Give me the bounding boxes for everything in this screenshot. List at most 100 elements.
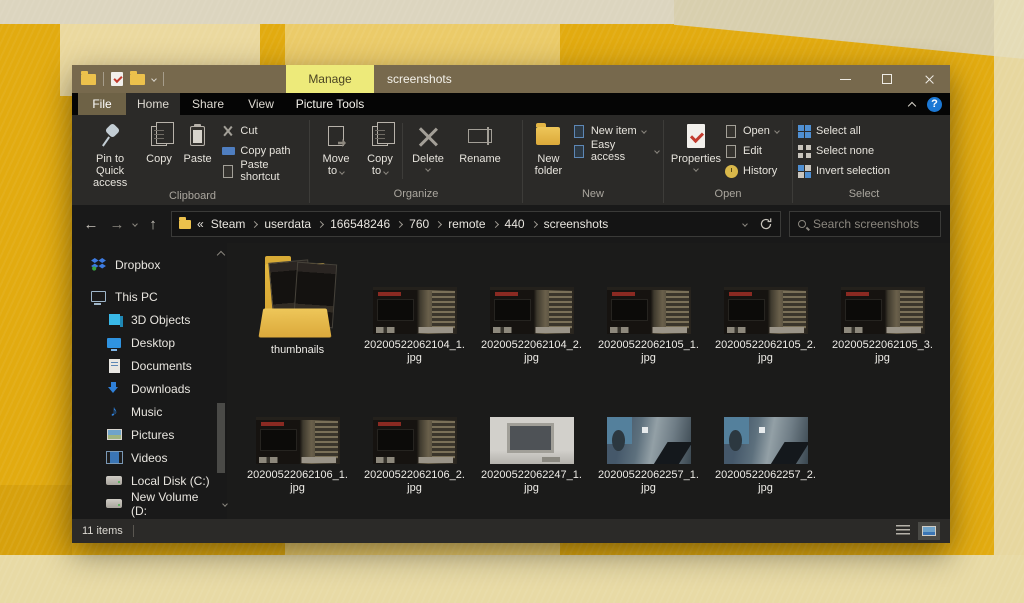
chevron-right-icon[interactable] — [435, 220, 442, 227]
tab-view[interactable]: View — [236, 93, 286, 115]
sidebar-item-3d-objects[interactable]: 3D Objects — [72, 308, 227, 331]
tab-picture-tools[interactable]: Picture Tools — [286, 93, 374, 115]
breadcrumb-overflow[interactable]: « — [197, 217, 204, 231]
breadcrumb-item[interactable]: userdata — [264, 217, 311, 231]
tab-home[interactable]: Home — [126, 93, 180, 115]
file-item[interactable]: 20200522062104_1.jpg — [356, 251, 473, 381]
new-folder-icon[interactable] — [130, 74, 145, 85]
address-dropdown-chevron-icon[interactable] — [742, 221, 748, 227]
file-explorer-window: Manage screenshots File Home Share View … — [72, 65, 950, 543]
tab-file[interactable]: File — [78, 93, 126, 115]
maximize-icon — [882, 74, 892, 84]
chevron-right-icon[interactable] — [317, 220, 324, 227]
copy-button[interactable]: Copy — [140, 121, 178, 166]
file-item[interactable]: 20200522062247_1.jpg — [473, 381, 590, 511]
maximize-button[interactable] — [866, 65, 908, 93]
file-name: 20200522062257_1.jpg — [598, 469, 700, 495]
sidebar-item-desktop[interactable]: Desktop — [72, 331, 227, 354]
select-none-button[interactable]: Select none — [797, 143, 890, 159]
scroll-up-icon[interactable] — [217, 251, 225, 259]
breadcrumb-item[interactable]: 166548246 — [330, 217, 390, 231]
new-item-button[interactable]: New item — [572, 123, 659, 139]
folder-icon[interactable] — [81, 74, 96, 85]
sidebar-item-videos[interactable]: Videos — [72, 446, 227, 469]
chevron-down-icon[interactable] — [151, 76, 157, 82]
file-item[interactable]: 20200522062257_2.jpg — [707, 381, 824, 511]
breadcrumb-item[interactable]: 440 — [505, 217, 525, 231]
file-item[interactable]: 20200522062105_3.jpg — [824, 251, 941, 381]
file-item[interactable]: 20200522062257_1.jpg — [590, 381, 707, 511]
close-button[interactable] — [908, 65, 950, 93]
pin-label: Pin to Quick access — [82, 153, 138, 189]
address-bar[interactable]: « Steam userdata 166548246 760 remote 44… — [171, 211, 781, 237]
navigation-buttons: ← → ↑ — [81, 216, 163, 233]
delete-button[interactable]: Delete — [403, 121, 453, 172]
breadcrumb-item[interactable]: remote — [448, 217, 485, 231]
open-button[interactable]: Open — [724, 123, 779, 139]
large-icons-view-button[interactable] — [918, 522, 940, 540]
manage-contextual-tab[interactable]: Manage — [286, 65, 374, 93]
search-input[interactable]: Search screenshots — [789, 211, 941, 237]
sidebar-item-label: New Volume (D: — [131, 490, 212, 518]
file-item[interactable]: 20200522062104_2.jpg — [473, 251, 590, 381]
paste-shortcut-button[interactable]: Paste shortcut — [221, 163, 305, 179]
refresh-icon[interactable] — [759, 217, 773, 231]
sidebar-item-documents[interactable]: Documents — [72, 354, 227, 377]
file-item[interactable]: 20200522062106_1.jpg — [239, 381, 356, 511]
chevron-right-icon[interactable] — [396, 220, 403, 227]
move-to-button[interactable]: Move to — [314, 121, 358, 178]
paste-button[interactable]: Paste — [178, 121, 218, 166]
scrollbar-thumb[interactable] — [217, 403, 225, 474]
copy-to-label: Copy to — [367, 153, 393, 177]
breadcrumb-item[interactable]: 760 — [409, 217, 429, 231]
open-icon — [726, 125, 736, 138]
recent-locations-chevron-icon[interactable] — [132, 221, 138, 227]
history-button[interactable]: History — [724, 163, 779, 179]
sidebar-item-music[interactable]: ♪ Music — [72, 400, 227, 423]
up-icon[interactable]: ↑ — [143, 216, 163, 233]
history-icon — [725, 165, 738, 178]
edit-label: Edit — [743, 145, 762, 157]
sidebar-item-this-pc[interactable]: This PC — [72, 285, 227, 308]
invert-selection-button[interactable]: Invert selection — [797, 163, 890, 179]
forward-icon[interactable]: → — [107, 216, 127, 233]
rename-button[interactable]: Rename — [453, 121, 507, 166]
sidebar-item-dropbox[interactable]: Dropbox — [72, 253, 227, 276]
delete-label: Delete — [412, 153, 444, 165]
sidebar-item-downloads[interactable]: Downloads — [72, 377, 227, 400]
ribbon-group-open: Properties Open Edit History — [664, 118, 792, 205]
title-bar[interactable]: Manage screenshots — [72, 65, 950, 93]
paste-shortcut-icon — [223, 165, 233, 178]
file-name: 20200522062105_2.jpg — [715, 339, 817, 365]
sidebar-item-new-volume-d[interactable]: New Volume (D: — [72, 492, 227, 515]
cut-button[interactable]: Cut — [221, 123, 305, 139]
new-item-icon — [574, 125, 584, 138]
properties-icon[interactable] — [111, 72, 123, 86]
easy-access-button[interactable]: Easy access — [572, 143, 659, 159]
copy-path-button[interactable]: Copy path — [221, 143, 305, 159]
details-view-icon[interactable] — [896, 525, 910, 537]
breadcrumb-item[interactable]: Steam — [211, 217, 246, 231]
file-item[interactable]: 20200522062105_2.jpg — [707, 251, 824, 381]
sidebar-scrollbar[interactable] — [216, 245, 226, 517]
pin-to-quick-access-button[interactable]: Pin to Quick access — [80, 121, 140, 190]
file-name: 20200522062104_1.jpg — [364, 339, 466, 365]
breadcrumb-item[interactable]: screenshots — [544, 217, 609, 231]
select-all-button[interactable]: Select all — [797, 123, 890, 139]
minimize-button[interactable] — [824, 65, 866, 93]
chevron-right-icon[interactable] — [531, 220, 538, 227]
tab-share[interactable]: Share — [180, 93, 236, 115]
back-icon[interactable]: ← — [81, 216, 101, 233]
chevron-right-icon[interactable] — [492, 220, 499, 227]
copy-to-button[interactable]: Copy to — [358, 121, 402, 178]
sidebar-item-pictures[interactable]: Pictures — [72, 423, 227, 446]
file-item[interactable]: 20200522062106_2.jpg — [356, 381, 473, 511]
file-item-folder[interactable]: thumbnails — [239, 251, 356, 381]
collapse-ribbon-icon[interactable] — [908, 101, 916, 109]
help-icon[interactable]: ? — [927, 97, 942, 112]
chevron-right-icon[interactable] — [251, 220, 258, 227]
properties-button[interactable]: Properties — [668, 121, 724, 172]
file-item[interactable]: 20200522062105_1.jpg — [590, 251, 707, 381]
new-folder-button[interactable]: New folder — [527, 121, 570, 178]
edit-button[interactable]: Edit — [724, 143, 779, 159]
